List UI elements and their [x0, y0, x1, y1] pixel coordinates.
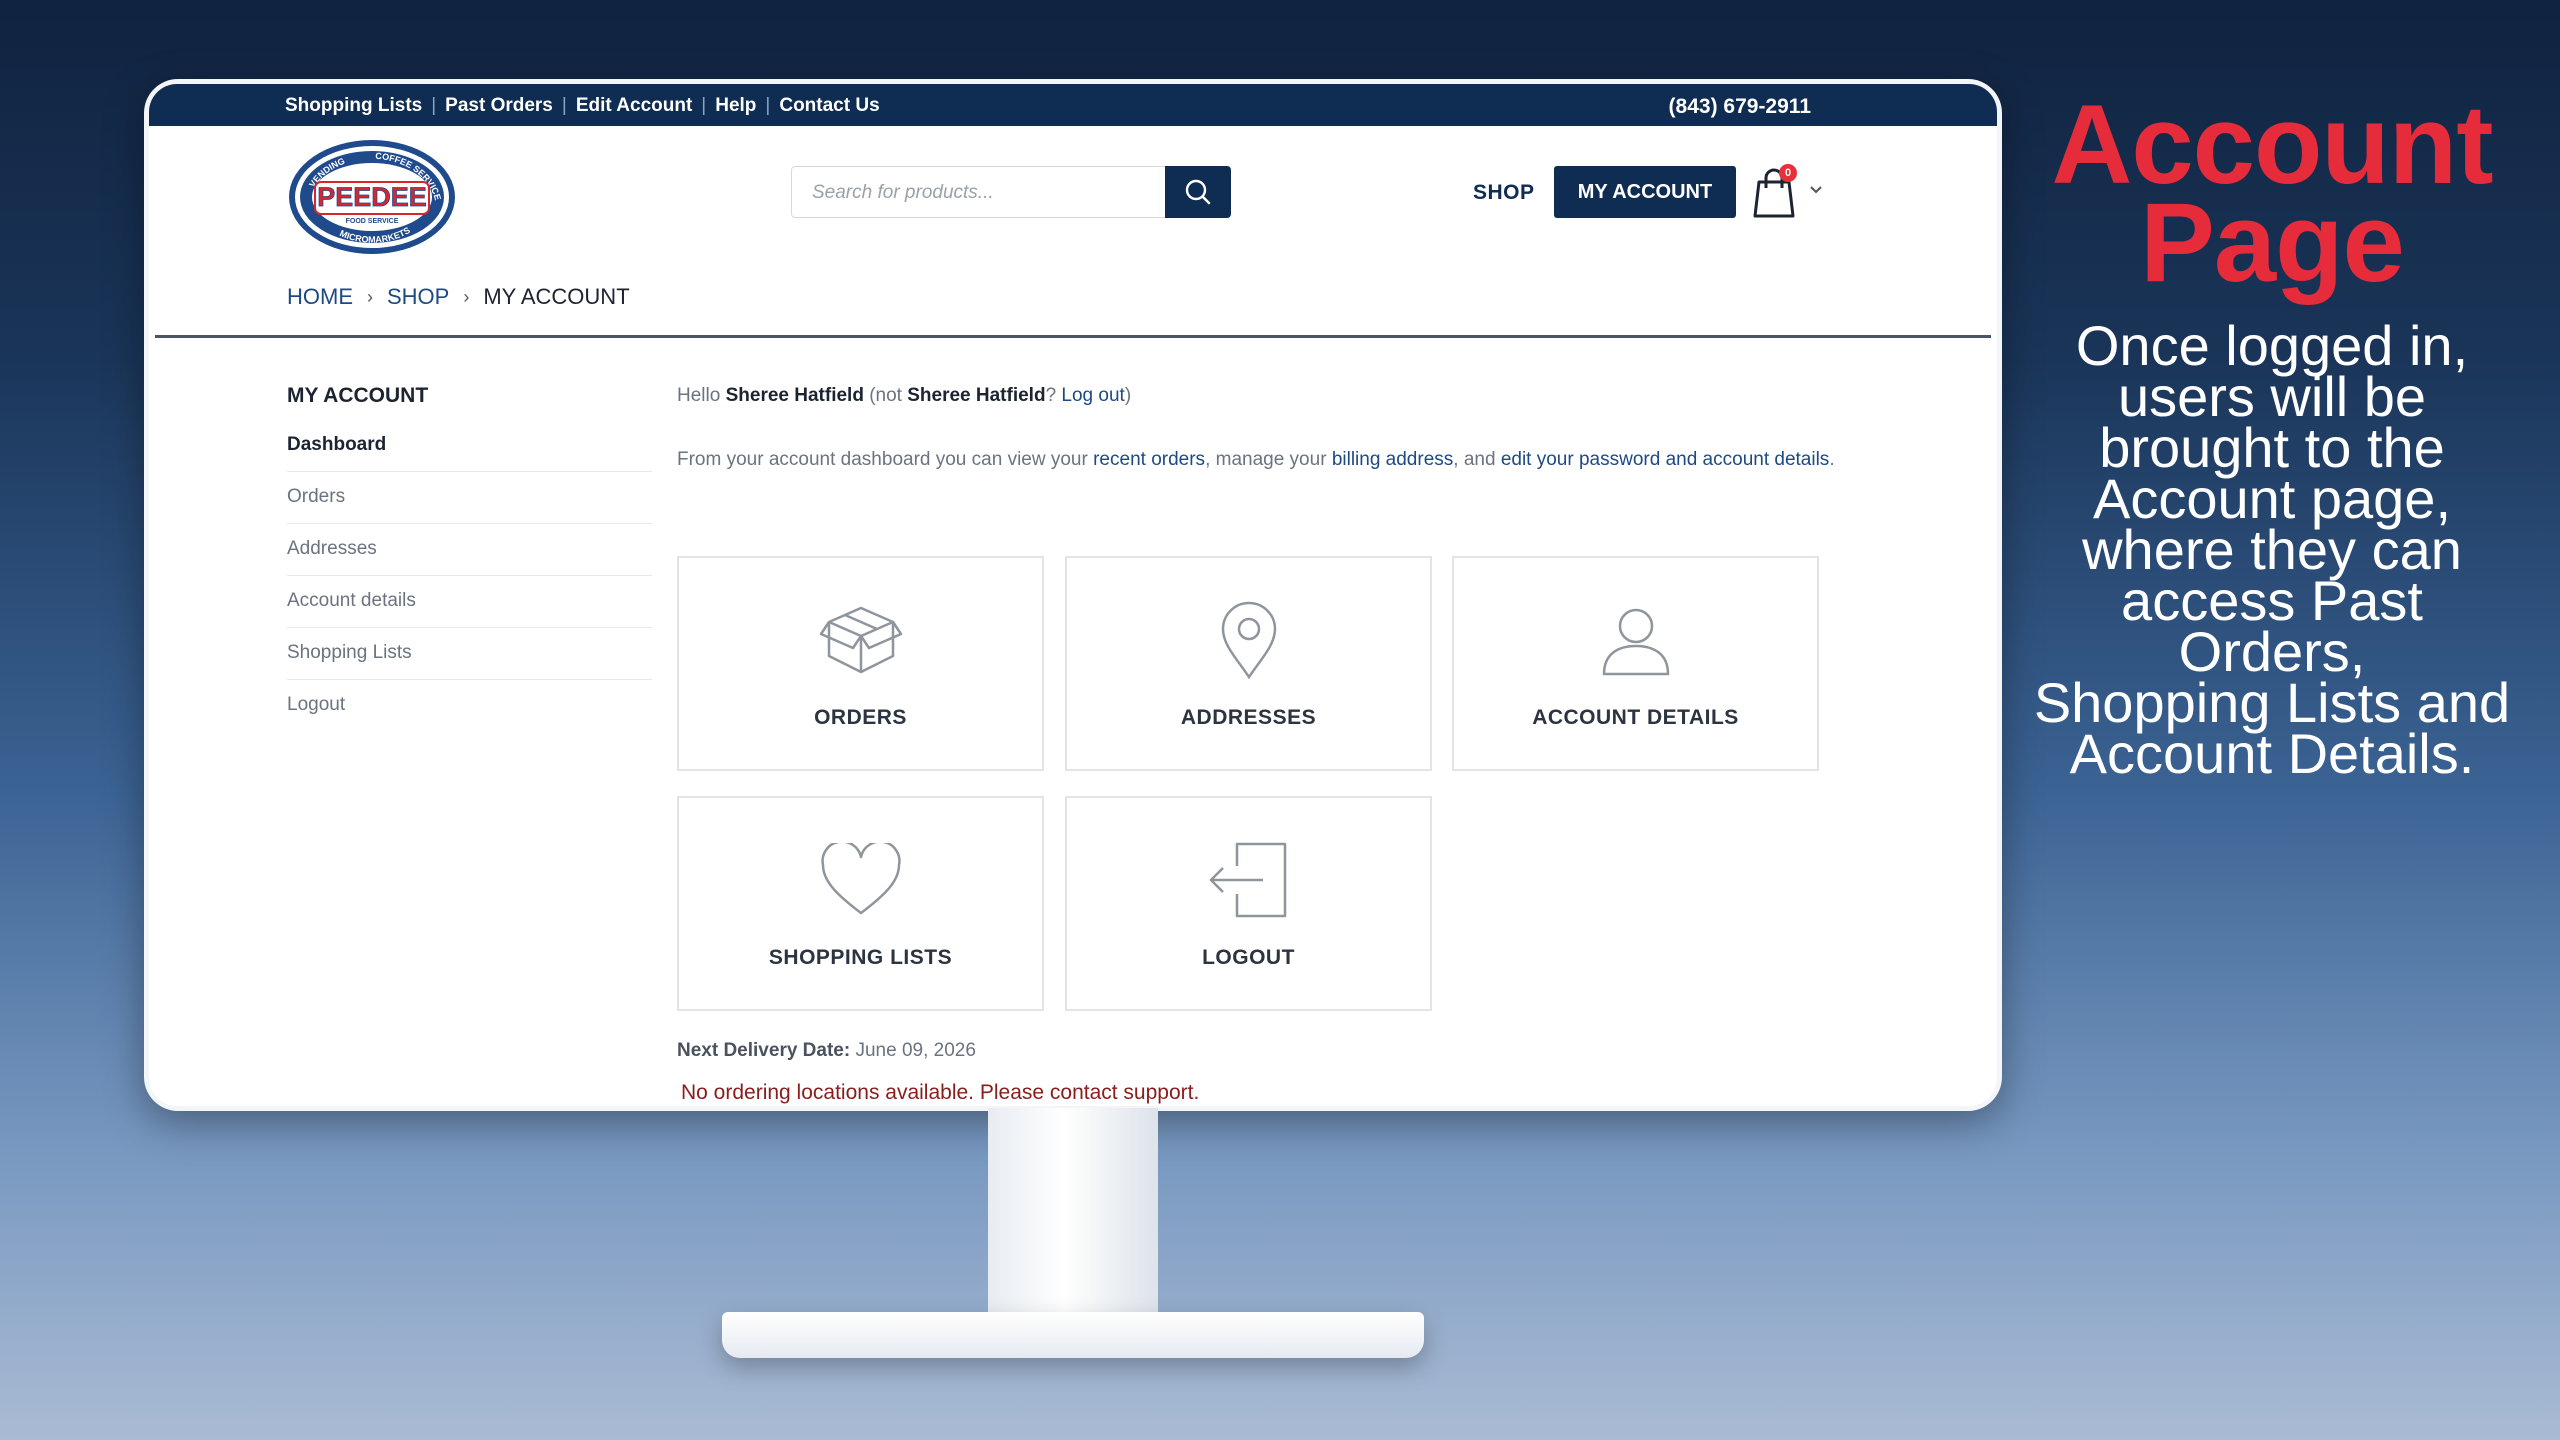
dashboard-intro-text: From your account dashboard you can view…	[677, 445, 1837, 475]
user-icon	[1602, 608, 1669, 676]
top-link-help[interactable]: Help	[715, 95, 756, 117]
user-name: Sheree Hatfield	[725, 385, 864, 406]
breadcrumb-separator-icon: ›	[463, 286, 470, 307]
top-utility-bar: Shopping Lists | Past Orders | Edit Acco…	[149, 84, 1997, 126]
tile-addresses[interactable]: ADDRESSES	[1065, 556, 1432, 771]
peedee-logo[interactable]: VENDING COFFEE SERVICE MICROMARKETS PEED…	[287, 138, 457, 256]
promo-description: Once logged in, users will be brought to…	[2022, 314, 2522, 785]
chevron-down-icon[interactable]	[1809, 185, 1823, 195]
sidebar-item-logout[interactable]: Logout	[287, 680, 652, 732]
search-input[interactable]: Search for products...	[791, 166, 1167, 218]
breadcrumb-separator-icon: ›	[367, 286, 373, 307]
tile-account-details[interactable]: ACCOUNT DETAILS	[1452, 556, 1819, 771]
nav-separator: |	[431, 95, 437, 116]
sidebar-title: MY ACCOUNT	[287, 384, 429, 407]
promo-line: where they can	[2082, 518, 2462, 581]
next-delivery-date: Next Delivery Date: June 09, 2026	[677, 1040, 976, 1062]
nav-separator: |	[561, 95, 567, 116]
sidebar-item-shopping-lists[interactable]: Shopping Lists	[287, 628, 652, 680]
greeting-close: )	[1124, 385, 1132, 406]
header-divider	[155, 335, 1991, 338]
promo-title-line: Page	[2140, 180, 2405, 305]
box-icon	[819, 606, 902, 674]
sidebar-item-addresses[interactable]: Addresses	[287, 524, 652, 576]
tile-label: ORDERS	[814, 706, 907, 729]
greeting-prefix: Hello	[677, 385, 721, 406]
intro-text: .	[1829, 449, 1835, 470]
nav-separator: |	[765, 95, 771, 116]
greeting-question: ?	[1045, 385, 1057, 406]
user-name-repeat: Sheree Hatfield	[907, 385, 1046, 406]
tile-label: LOGOUT	[1202, 946, 1295, 969]
top-link-shopping-lists[interactable]: Shopping Lists	[285, 95, 422, 117]
cart-count-badge: 0	[1779, 164, 1797, 182]
promo-line: brought to the	[2099, 416, 2445, 479]
promo-line: Shopping Lists and	[2033, 671, 2511, 734]
browser-screen: Shopping Lists | Past Orders | Edit Acco…	[149, 84, 1997, 1106]
logout-icon	[1209, 842, 1286, 918]
search-button[interactable]	[1165, 166, 1231, 218]
top-link-edit-account[interactable]: Edit Account	[576, 95, 692, 117]
greeting-not: (not	[869, 385, 902, 406]
ordering-warning: No ordering locations available. Please …	[681, 1081, 1200, 1104]
tile-logout[interactable]: LOGOUT	[1065, 796, 1432, 1011]
edit-account-link[interactable]: edit your password and account details	[1501, 449, 1829, 470]
promo-line: Once logged in,	[2075, 314, 2469, 377]
tile-label: ADDRESSES	[1180, 706, 1317, 729]
intro-text: , and	[1453, 449, 1496, 470]
sidebar-item-dashboard[interactable]: Dashboard	[287, 420, 652, 472]
shop-link[interactable]: SHOP	[1473, 181, 1535, 205]
promo-title: Account Page	[2022, 89, 2522, 305]
sidebar-item-account-details[interactable]: Account details	[287, 576, 652, 628]
svg-text:FOOD SERVICE: FOOD SERVICE	[346, 218, 399, 225]
nav-separator: |	[701, 95, 707, 116]
intro-text: From your account dashboard you can view…	[677, 449, 1088, 470]
account-sidebar-nav: Dashboard Orders Addresses Account detai…	[287, 420, 652, 732]
logout-link[interactable]: Log out	[1061, 385, 1124, 406]
tile-shopping-lists[interactable]: SHOPPING LISTS	[677, 796, 1044, 1011]
promo-line: users will be	[2117, 365, 2427, 428]
intro-text: , manage your	[1205, 449, 1327, 470]
monitor-stand-base	[722, 1312, 1424, 1358]
delivery-label: Next Delivery Date:	[677, 1040, 851, 1061]
promo-line: access Past Orders,	[2121, 569, 2423, 683]
delivery-value: June 09, 2026	[855, 1040, 976, 1061]
tile-orders[interactable]: ORDERS	[677, 556, 1044, 771]
my-account-button[interactable]: MY ACCOUNT	[1554, 166, 1736, 218]
tile-label: SHOPPING LISTS	[768, 946, 953, 969]
sidebar-item-orders[interactable]: Orders	[287, 472, 652, 524]
breadcrumb-shop[interactable]: SHOP	[387, 284, 449, 310]
top-nav: Shopping Lists | Past Orders | Edit Acco…	[285, 95, 880, 117]
promo-line: Account Details.	[2069, 722, 2475, 785]
map-pin-icon	[1221, 601, 1276, 680]
monitor-frame: Shopping Lists | Past Orders | Edit Acco…	[144, 79, 2002, 1111]
search-icon	[1185, 179, 1211, 205]
breadcrumb-home[interactable]: HOME	[287, 284, 353, 310]
breadcrumb-current: MY ACCOUNT	[483, 284, 630, 309]
top-link-contact-us[interactable]: Contact Us	[779, 95, 879, 117]
recent-orders-link[interactable]: recent orders	[1093, 449, 1205, 470]
promo-line: Account page,	[2092, 467, 2452, 530]
greeting-text: Hello Sheree Hatfield (not Sheree Hatfie…	[677, 385, 1131, 407]
svg-text:PEEDEE: PEEDEE	[317, 182, 427, 212]
billing-address-link[interactable]: billing address	[1332, 449, 1453, 470]
breadcrumb: HOME › SHOP › MY ACCOUNT	[287, 284, 630, 310]
top-link-past-orders[interactable]: Past Orders	[445, 95, 553, 117]
phone-number[interactable]: (843) 679-2911	[1669, 95, 1811, 119]
heart-icon	[820, 843, 901, 915]
monitor-stand-neck	[988, 1108, 1158, 1320]
tile-label: ACCOUNT DETAILS	[1532, 706, 1739, 729]
